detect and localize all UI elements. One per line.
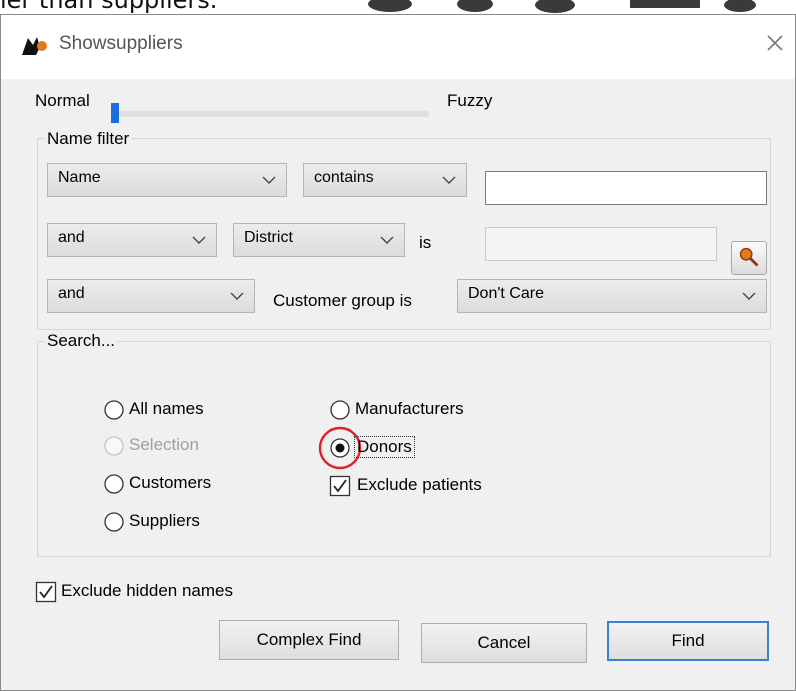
window-title: Showsuppliers <box>59 33 183 54</box>
conjunction-value-2: and <box>58 285 85 302</box>
chevron-down-icon <box>192 236 206 244</box>
title-bar: Showsuppliers <box>1 15 795 79</box>
exclude-hidden-label[interactable]: Exclude hidden names <box>61 581 233 601</box>
search-group-title: Search... <box>45 331 118 351</box>
manufacturers-label[interactable]: Manufacturers <box>355 399 464 419</box>
name-operator-value: contains <box>314 169 374 186</box>
conjunction-select-1[interactable]: and <box>47 223 217 257</box>
conjunction-select-2[interactable]: and <box>47 279 255 313</box>
district-field-select[interactable]: District <box>233 223 405 257</box>
exclude-patients-checkbox[interactable] <box>329 475 351 497</box>
app-icon <box>22 37 47 55</box>
all-names-label[interactable]: All names <box>129 399 204 419</box>
slider-fuzzy-label: Fuzzy <box>447 91 493 110</box>
name-value-input[interactable] <box>485 171 767 205</box>
selection-radio <box>104 436 124 456</box>
selection-label: Selection <box>129 435 199 454</box>
suppliers-label[interactable]: Suppliers <box>129 511 200 531</box>
find-button[interactable]: Find <box>607 621 769 661</box>
district-lookup-button[interactable] <box>731 241 767 275</box>
manufacturers-radio[interactable] <box>329 399 351 421</box>
fuzzy-slider-track[interactable] <box>119 111 429 117</box>
district-value-input[interactable] <box>485 227 717 261</box>
chevron-down-icon <box>230 292 244 300</box>
fuzzy-slider-thumb[interactable] <box>111 103 119 123</box>
customers-radio[interactable] <box>103 473 125 495</box>
district-is-label: is <box>419 233 432 252</box>
chevron-down-icon <box>442 176 456 184</box>
cancel-button[interactable]: Cancel <box>421 623 587 663</box>
customer-group-value: Don't Care <box>468 285 544 302</box>
customer-group-label: Customer group is <box>273 291 412 310</box>
donors-radio[interactable] <box>329 437 351 459</box>
all-names-radio[interactable] <box>103 399 125 421</box>
name-field-select[interactable]: Name <box>47 163 287 197</box>
chevron-down-icon <box>380 236 394 244</box>
background-illustration <box>368 0 756 13</box>
name-field-value: Name <box>58 169 101 186</box>
showsuppliers-dialog: Showsuppliers Normal Fuzzy Name filter N… <box>0 14 796 691</box>
chevron-down-icon <box>262 176 276 184</box>
customer-group-select[interactable]: Don't Care <box>457 279 767 313</box>
conjunction-value-1: and <box>58 229 85 246</box>
exclude-patients-label[interactable]: Exclude patients <box>357 475 482 495</box>
slider-normal-label: Normal <box>35 91 90 110</box>
donors-label[interactable]: Donors <box>354 436 415 458</box>
name-operator-select[interactable]: contains <box>303 163 467 197</box>
name-filter-title: Name filter <box>45 129 132 149</box>
magnifier-icon <box>739 247 759 267</box>
suppliers-radio[interactable] <box>103 511 125 533</box>
exclude-hidden-checkbox[interactable] <box>35 581 57 603</box>
complex-find-button[interactable]: Complex Find <box>219 620 399 660</box>
district-field-value: District <box>244 229 293 246</box>
chevron-down-icon <box>742 292 756 300</box>
customers-label[interactable]: Customers <box>129 473 211 493</box>
close-icon[interactable] <box>761 29 789 57</box>
